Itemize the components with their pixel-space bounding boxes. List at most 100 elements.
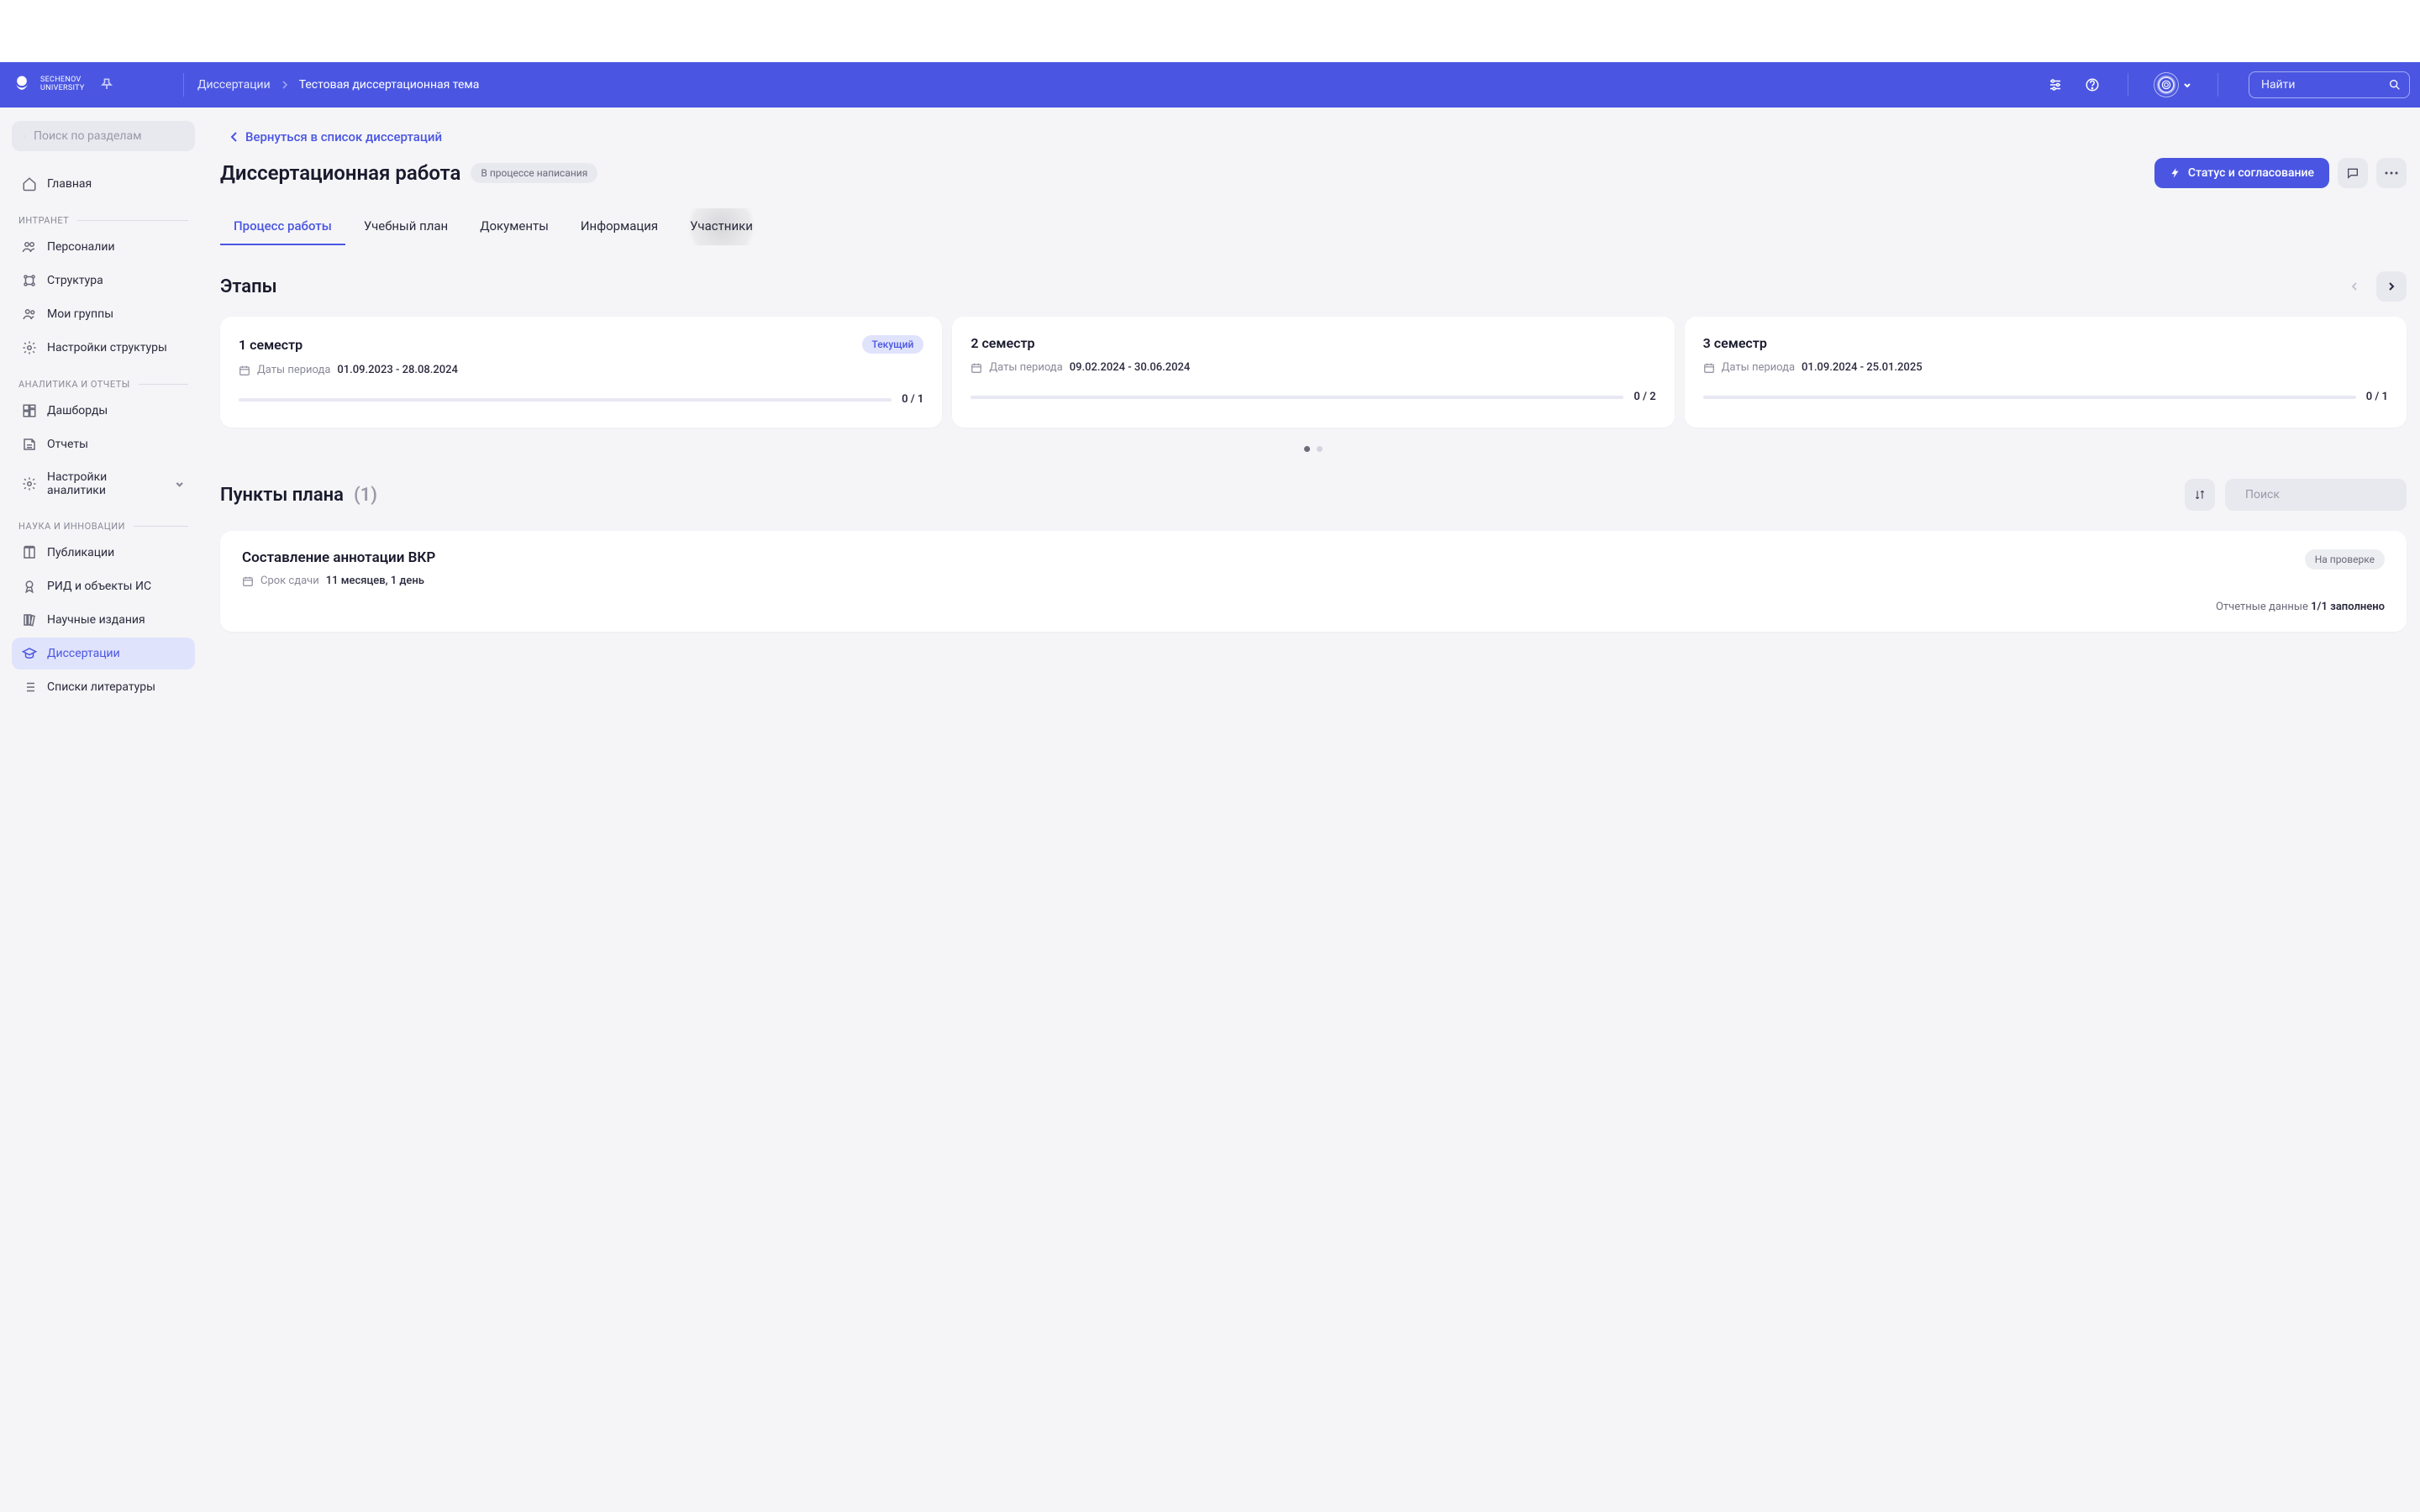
tabs: Процесс работыУчебный планДокументыИнфор… (220, 208, 2407, 246)
carousel-dots (220, 446, 2407, 452)
plan-count: (1) (354, 485, 377, 506)
sidebar-item-label: Диссертации (47, 647, 120, 660)
sidebar-item[interactable]: РИД и объекты ИС (12, 570, 195, 602)
gear-icon (22, 476, 37, 491)
sidebar-item[interactable]: Публикации (12, 537, 195, 569)
plan-item-status-badge: На проверке (2305, 549, 2385, 570)
comment-icon (2346, 166, 2360, 180)
breadcrumb-root[interactable]: Диссертации (197, 78, 271, 92)
calendar-icon (242, 575, 254, 587)
dot-active[interactable] (1304, 446, 1310, 452)
avatar (2154, 72, 2179, 97)
stage-name: 2 семестр (971, 335, 1034, 351)
sidebar-item[interactable]: Настройки структуры (12, 332, 195, 364)
library-icon (22, 612, 37, 627)
people-icon (22, 239, 37, 255)
progress-count: 0 / 2 (1634, 391, 1655, 403)
sidebar-item[interactable]: Структура (12, 265, 195, 297)
book-icon (22, 545, 37, 560)
sidebar-item[interactable]: Персоналии (12, 231, 195, 263)
comments-button[interactable] (2338, 158, 2368, 188)
sidebar-item-label: РИД и объекты ИС (47, 580, 151, 593)
sidebar-search-input[interactable] (34, 129, 183, 143)
tab[interactable]: Учебный план (350, 208, 461, 245)
dashboard-icon (22, 403, 37, 418)
sidebar-item-label: Научные издания (47, 613, 145, 627)
search-icon[interactable] (2388, 78, 2402, 92)
stages-next-button[interactable] (2376, 271, 2407, 302)
dot[interactable] (1317, 446, 1323, 452)
plan-search[interactable] (2225, 479, 2407, 511)
gear-icon (22, 340, 37, 355)
sidebar: Главная ИНТРАНЕТ Персоналии Структура Мои г… (0, 108, 207, 718)
list-icon (22, 680, 37, 695)
sidebar-item-label: Структура (47, 274, 103, 287)
sidebar-item-home[interactable]: Главная (12, 168, 195, 200)
group-icon (22, 307, 37, 322)
chevron-right-icon (2386, 281, 2396, 291)
global-search[interactable] (2249, 71, 2410, 98)
stage-cards: 1 семестр Текущий Даты периода 01.09.202… (220, 317, 2407, 428)
sidebar-item-label: Публикации (47, 546, 114, 559)
sidebar-item[interactable]: Дашборды (12, 395, 195, 427)
divider (2217, 73, 2218, 97)
tab[interactable]: Участники (676, 208, 766, 245)
pin-icon[interactable] (98, 76, 115, 93)
breadcrumb: Диссертации Тестовая диссертационная тем… (197, 78, 479, 92)
sidebar-section-label: ИНТРАНЕТ (12, 215, 195, 226)
user-menu[interactable] (2149, 72, 2197, 97)
home-icon (22, 176, 37, 192)
page-title: Диссертационная работа (220, 161, 460, 185)
status-approval-button[interactable]: Статус и согласование (2154, 158, 2329, 188)
stage-card[interactable]: 1 семестр Текущий Даты периода 01.09.202… (220, 317, 942, 428)
status-badge: В процессе написания (471, 163, 597, 183)
brand-text: Sechenov University (40, 76, 85, 93)
sidebar-item[interactable]: Списки литературы (12, 671, 195, 703)
more-button[interactable] (2376, 158, 2407, 188)
stages-prev-button[interactable] (2339, 271, 2370, 302)
back-link[interactable]: Вернуться в список диссертаций (227, 124, 445, 150)
tab[interactable]: Информация (567, 208, 671, 245)
plan-title: Пункты плана (220, 485, 344, 506)
sort-icon (2194, 489, 2206, 501)
chevron-left-icon (230, 131, 239, 143)
sidebar-item[interactable]: Диссертации (12, 638, 195, 669)
plan-item[interactable]: Составление аннотации ВКР Срок сдачи 11 … (220, 531, 2407, 632)
chevron-right-icon (281, 81, 289, 89)
plan-item-report: Отчетные данные 1/1 заполнено (242, 601, 2385, 613)
sidebar-item-label: Настройки структуры (47, 341, 167, 354)
help-icon[interactable] (2077, 70, 2107, 100)
sidebar-item[interactable]: Отчеты (12, 428, 195, 460)
global-search-input[interactable] (2249, 71, 2410, 98)
fingerprint-icon (2160, 79, 2172, 91)
stage-name: 1 семестр (239, 337, 302, 353)
sidebar-item[interactable]: Научные издания (12, 604, 195, 636)
sidebar-item-label: Персоналии (47, 240, 115, 254)
medal-icon (22, 579, 37, 594)
stage-badge: Текущий (862, 335, 924, 354)
brand[interactable]: Sechenov University (10, 73, 170, 97)
browser-chrome-spacer (0, 0, 2420, 62)
breadcrumb-current: Тестовая диссертационная тема (299, 78, 480, 92)
progress-count: 0 / 1 (902, 393, 923, 406)
sidebar-item[interactable]: Настройки аналитики (12, 462, 195, 506)
sort-button[interactable] (2185, 479, 2215, 511)
brand-logo-icon (10, 73, 34, 97)
settings-sliders-icon[interactable] (2040, 70, 2070, 100)
stage-name: 3 семестр (1703, 335, 1767, 351)
sidebar-search[interactable] (12, 121, 195, 151)
tab[interactable]: Процесс работы (220, 208, 345, 245)
tab[interactable]: Документы (466, 208, 562, 245)
stage-card[interactable]: 3 семестр Даты периода 01.09.2024 - 25.0… (1685, 317, 2407, 428)
sidebar-item-label: Мои группы (47, 307, 113, 321)
stages-title: Этапы (220, 276, 277, 297)
sidebar-item-label: Дашборды (47, 404, 108, 417)
main-content: Вернуться в список диссертаций Диссертац… (207, 108, 2420, 718)
sidebar-item[interactable]: Мои группы (12, 298, 195, 330)
sidebar-item-label: Отчеты (47, 438, 88, 451)
topbar: Sechenov University Диссертации Тестовая… (0, 62, 2420, 108)
grad-icon (22, 646, 37, 661)
stage-card[interactable]: 2 семестр Даты периода 09.02.2024 - 30.0… (952, 317, 1674, 428)
plan-search-input[interactable] (2245, 488, 2395, 501)
divider (183, 73, 184, 97)
